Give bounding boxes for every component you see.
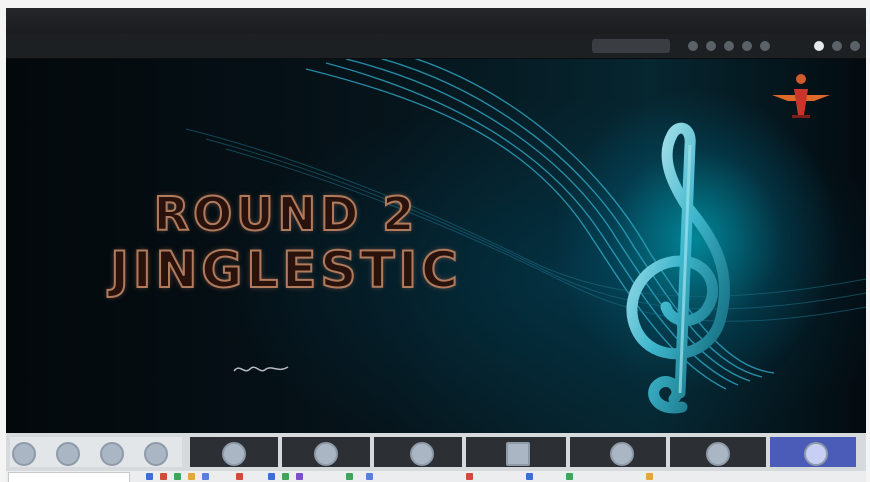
app-icon[interactable] [296,473,303,480]
app-icon[interactable] [566,473,573,480]
participant-strip [6,433,866,471]
participant-avatar[interactable] [56,442,80,466]
participant-avatar [410,442,434,466]
app-icon[interactable] [236,473,243,480]
taskbar-search-field[interactable] [8,472,130,482]
participant-avatar[interactable] [12,442,36,466]
chat-icon[interactable] [706,41,716,51]
meeting-toolbar [6,34,866,59]
organizer-logo-icon [772,74,830,118]
slide-title-line1: ROUND 2 [153,186,419,242]
participant-avatar[interactable] [100,442,124,466]
participant-avatar [222,442,246,466]
app-icon[interactable] [202,473,209,480]
participant-avatar [610,442,634,466]
participant-avatar [706,442,730,466]
participant-avatar [506,442,530,466]
participant-avatar [314,442,338,466]
app-icon[interactable] [160,473,167,480]
participants-icon[interactable] [724,41,734,51]
app-icon[interactable] [346,473,353,480]
app-icon[interactable] [268,473,275,480]
app-icon[interactable] [646,473,653,480]
meeting-window: ROUND 2 JINGLESTIC [6,8,866,482]
participant-avatar[interactable] [144,442,168,466]
app-icon[interactable] [146,473,153,480]
present-button[interactable] [592,39,670,53]
squiggle-decoration [233,366,289,372]
mic-icon[interactable] [832,41,842,51]
layout-icon[interactable] [688,41,698,51]
reactions-icon[interactable] [742,41,752,51]
treble-clef-icon [626,122,731,414]
slide-title-line2: JINGLESTIC [109,240,462,300]
participant-avatar [804,442,828,466]
app-icon[interactable] [282,473,289,480]
app-icon[interactable] [466,473,473,480]
app-icon[interactable] [174,473,181,480]
shared-slide: ROUND 2 JINGLESTIC [6,59,866,433]
camera-icon[interactable] [814,41,824,51]
app-icon[interactable] [188,473,195,480]
share-icon[interactable] [850,41,860,51]
app-icon[interactable] [366,473,373,480]
os-taskbar [6,471,866,482]
window-titlebar [6,8,866,34]
more-icon[interactable] [760,41,770,51]
app-icon[interactable] [526,473,533,480]
